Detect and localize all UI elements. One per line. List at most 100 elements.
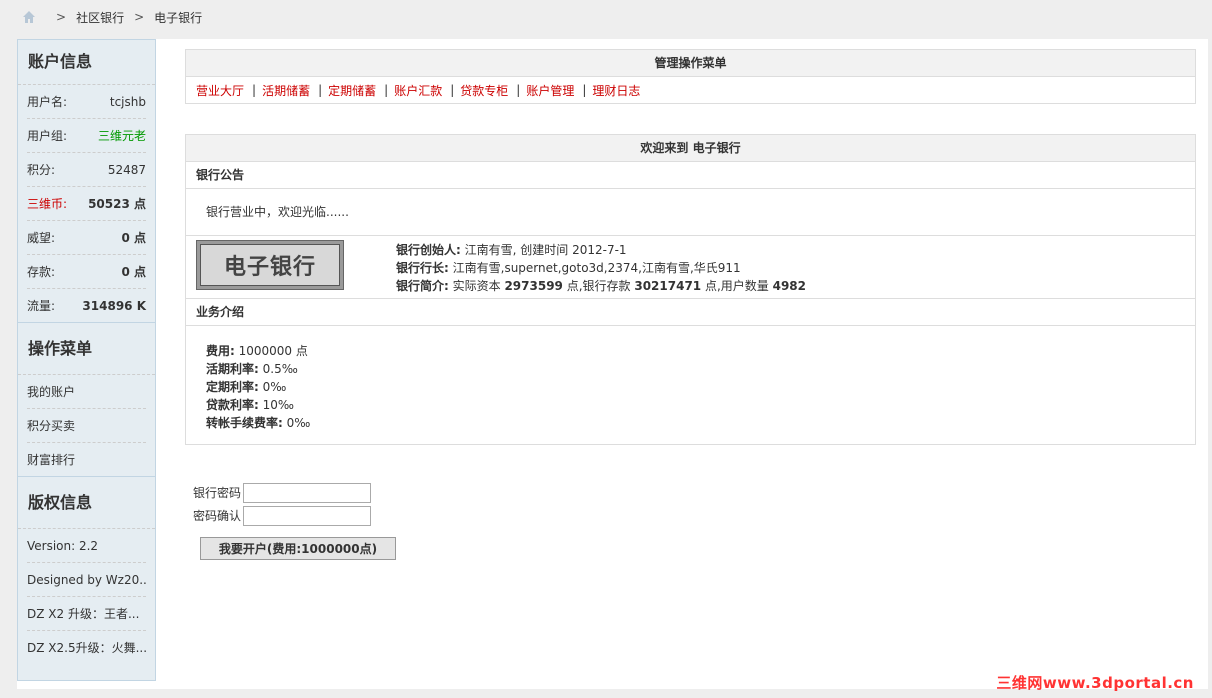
deposit-total-value: 30217471 [634, 279, 702, 293]
founder-value: 江南有雪, 创建时间 2012-7-1 [460, 243, 627, 257]
manager-label: 银行行长: [396, 261, 449, 275]
breadcrumb-link-community-bank[interactable]: 社区银行 [76, 9, 124, 26]
fee-label: 费用: [206, 344, 235, 358]
coins-value: 50523 点 [88, 197, 146, 211]
main-content: 管理操作菜单 营业大厅 | 活期储蓄 | 定期储蓄 | 账户汇款 | 贷款专柜 | 账户管… [185, 49, 1196, 560]
username-label: 用户名: [27, 95, 68, 109]
sidebar: 账户信息 用户名: tcjshb 用户组: 三维元老 积分: 52487 三维币… [17, 39, 156, 681]
intro-deposit-label: 点,银行存款 [562, 279, 635, 293]
menu-link-lobby[interactable]: 营业大厅 [196, 82, 244, 99]
sidebar-item-my-account[interactable]: 我的账户 [27, 375, 146, 409]
transfer-fee-value: 0‰ [282, 416, 311, 430]
loan-rate-line: 贷款利率: 10‰ [206, 396, 1175, 414]
ops-section: 操作菜单 我的账户 积分买卖 财富排行 [18, 322, 155, 476]
menu-link-remittance[interactable]: 账户汇款 [394, 82, 442, 99]
fixed-rate-label: 定期利率: [206, 380, 259, 394]
traffic-row: 流量: 314896 K [27, 289, 146, 322]
capital-value: 2973599 [504, 279, 563, 293]
admin-menu-links: 营业大厅 | 活期储蓄 | 定期储蓄 | 账户汇款 | 贷款专柜 | 账户管理 | 理财日志 [196, 82, 641, 99]
welcome-title: 欢迎来到 电子银行 [186, 135, 1195, 162]
password-field[interactable] [243, 482, 371, 503]
menu-link-finance-log[interactable]: 理财日志 [592, 82, 640, 99]
breadcrumb-separator: > [56, 10, 67, 24]
loan-rate-label: 贷款利率: [206, 398, 259, 412]
sidebar-item-points-trade[interactable]: 积分买卖 [27, 409, 146, 443]
notice-heading: 银行公告 [186, 162, 1195, 189]
confirm-label: 密码确认 [192, 509, 241, 523]
bank-info-lines: 银行创始人: 江南有雪, 创建时间 2012-7-1 银行行长: 江南有雪,su… [396, 241, 806, 295]
home-icon[interactable] [22, 10, 36, 24]
points-label: 积分: [27, 163, 56, 177]
points-row: 积分: 52487 [27, 153, 146, 187]
menu-link-account-mgmt[interactable]: 账户管理 [526, 82, 574, 99]
prestige-row: 威望: 0 点 [27, 221, 146, 255]
usergroup-row: 用户组: 三维元老 [27, 119, 146, 153]
intro-capital-label: 实际资本 [448, 279, 505, 293]
demand-rate-value: 0.5‰ [258, 362, 298, 376]
upgrade-x25-text: DZ X2.5升级：火舞... [27, 641, 146, 655]
demand-rate-line: 活期利率: 0.5‰ [206, 360, 1175, 378]
breadcrumb-separator: > [134, 10, 145, 24]
usergroup-value: 三维元老 [97, 129, 146, 143]
admin-menu-box: 管理操作菜单 营业大厅 | 活期储蓄 | 定期储蓄 | 账户汇款 | 贷款专柜 | 账户管… [185, 49, 1196, 104]
copyright-heading: 版权信息 [18, 477, 155, 529]
deposit-value: 0 点 [121, 265, 146, 279]
founder-line: 银行创始人: 江南有雪, 创建时间 2012-7-1 [396, 241, 806, 259]
menu-link-loans[interactable]: 贷款专柜 [460, 82, 508, 99]
transfer-fee-label: 转帐手续费率: [206, 416, 283, 430]
page-container: 账户信息 用户名: tcjshb 用户组: 三维元老 积分: 52487 三维币… [17, 39, 1208, 689]
founder-label: 银行创始人: [396, 243, 461, 257]
coins-label: 三维币: [27, 197, 68, 211]
bank-logo: 电子银行 [196, 240, 344, 290]
intro-line: 银行简介: 实际资本 2973599 点,银行存款 30217471 点,用户数… [396, 277, 806, 295]
username-row: 用户名: tcjshb [27, 85, 146, 119]
deposit-label: 存款: [27, 265, 56, 279]
fixed-rate-value: 0‰ [258, 380, 287, 394]
designer-text: Designed by Wz20... [27, 563, 146, 597]
password-label: 银行密码 [192, 486, 241, 500]
prestige-label: 威望: [27, 231, 56, 245]
business-heading: 业务介绍 [186, 299, 1195, 326]
confirm-password-field[interactable] [243, 505, 371, 526]
prestige-value: 0 点 [121, 231, 146, 245]
account-info-heading: 账户信息 [18, 40, 155, 85]
manager-line: 银行行长: 江南有雪,supernet,goto3d,2374,江南有雪,华氏9… [396, 259, 806, 277]
traffic-value: 314896 K [82, 298, 146, 313]
intro-users-label: 点,用户数量 [701, 279, 773, 293]
confirm-row: 密码确认 [185, 504, 1196, 527]
users-value: 4982 [772, 279, 807, 293]
welcome-box: 欢迎来到 电子银行 银行公告 银行营业中，欢迎光临...... 电子银行 银行创… [185, 134, 1196, 445]
traffic-label: 流量: [27, 299, 56, 313]
manager-value: 江南有雪,supernet,goto3d,2374,江南有雪,华氏911 [448, 261, 741, 275]
site-watermark: 三维网www.3dportal.cn [996, 674, 1194, 692]
intro-label: 银行简介: [396, 279, 449, 293]
transfer-fee-line: 转帐手续费率: 0‰ [206, 414, 1175, 432]
fee-line: 费用: 1000000 点 [206, 342, 1175, 360]
bank-logo-text: 电子银行 [200, 244, 340, 286]
loan-rate-value: 10‰ [258, 398, 294, 412]
demand-rate-label: 活期利率: [206, 362, 259, 376]
open-account-form: 银行密码 密码确认 我要开户(费用:1000000点) [185, 481, 1196, 560]
fee-value: 1000000 点 [234, 344, 308, 358]
points-value: 52487 [107, 162, 146, 177]
notice-text: 银行营业中，欢迎光临...... [186, 189, 1195, 236]
ops-heading: 操作菜单 [18, 323, 155, 375]
menu-link-demand-savings[interactable]: 活期储蓄 [262, 82, 310, 99]
admin-menu-title: 管理操作菜单 [186, 50, 1195, 77]
copyright-section: 版权信息 Version: 2.2 Designed by Wz20... DZ… [18, 476, 155, 664]
username-value: tcjshb [109, 94, 146, 109]
upgrade-x2-text: DZ X2 升级：王者... [27, 597, 146, 631]
breadcrumb: > 社区银行 > 电子银行 [22, 7, 202, 27]
breadcrumb-link-ebank[interactable]: 电子银行 [154, 9, 202, 26]
fixed-rate-line: 定期利率: 0‰ [206, 378, 1175, 396]
bank-info: 电子银行 银行创始人: 江南有雪, 创建时间 2012-7-1 银行行长: 江南… [186, 236, 1195, 299]
sidebar-item-wealth-rank[interactable]: 财富排行 [27, 443, 146, 476]
password-row: 银行密码 [185, 481, 1196, 504]
business-details: 费用: 1000000 点 活期利率: 0.5‰ 定期利率: 0‰ 贷款利率: … [186, 326, 1195, 444]
usergroup-label: 用户组: [27, 129, 68, 143]
open-account-button[interactable]: 我要开户(费用:1000000点) [200, 537, 396, 560]
deposit-row: 存款: 0 点 [27, 255, 146, 289]
coins-row: 三维币: 50523 点 [27, 187, 146, 221]
version-text: Version: 2.2 [27, 529, 146, 563]
menu-link-fixed-savings[interactable]: 定期储蓄 [328, 82, 376, 99]
